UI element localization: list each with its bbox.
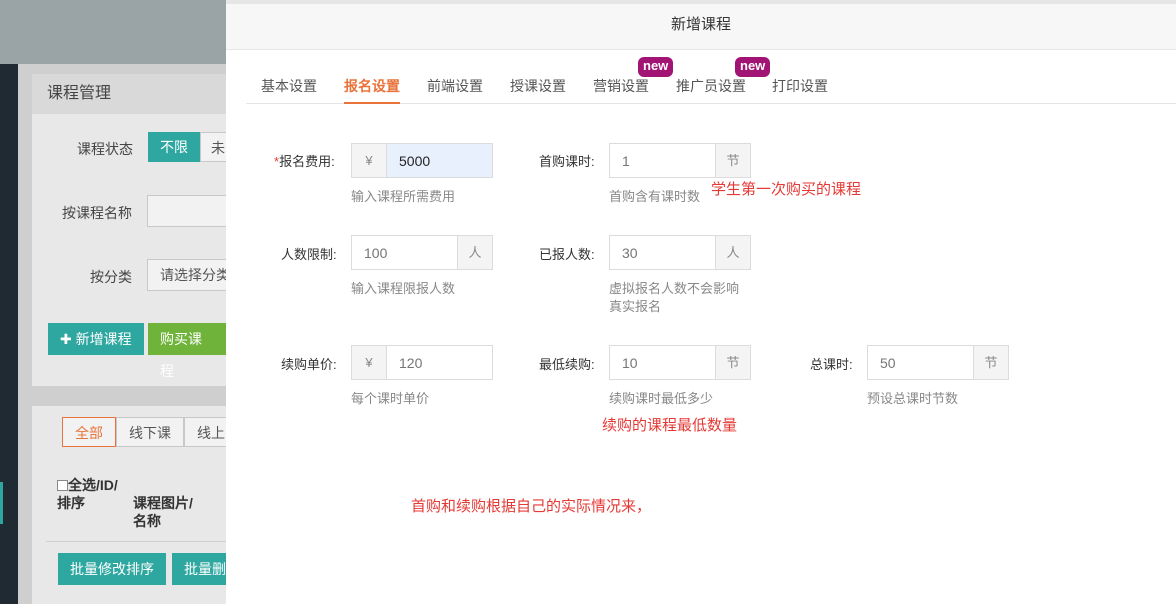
tab-enrollment-settings[interactable]: 报名设置 xyxy=(344,76,400,104)
type-tab-online[interactable]: 线上 xyxy=(184,417,226,447)
tab-basic-settings[interactable]: 基本设置 xyxy=(261,76,317,96)
enrolled-input[interactable] xyxy=(610,236,715,269)
enrolled-field: 人 xyxy=(609,235,751,270)
table-divider xyxy=(46,541,226,542)
limit-field: 人 xyxy=(351,235,493,270)
new-badge-promoter: new xyxy=(735,57,771,77)
settings-tabs: 基本设置 报名设置 前端设置 授课设置 营销设置 new 推广员设置 new 打… xyxy=(246,54,1176,104)
plus-icon: ✚ xyxy=(60,331,76,347)
min-renew-note: 续购的课程最低数量 xyxy=(602,417,738,434)
category-filter-label: 按分类 xyxy=(90,269,132,285)
course-status-label: 课程状态 xyxy=(77,141,133,157)
fee-label: *报名费用: xyxy=(274,151,335,170)
limit-hint: 输入课程限报人数 xyxy=(351,281,456,296)
app-top-bar xyxy=(0,0,226,64)
add-course-label: 新增课程 xyxy=(75,331,132,347)
min-renew-label: 最低续购: xyxy=(539,357,595,372)
new-badge-marketing: new xyxy=(638,57,674,77)
first-purchase-note: 学生第一次购买的课程 xyxy=(711,181,862,198)
tab-promoter-settings[interactable]: 推广员设置 xyxy=(676,76,746,96)
status-option-any[interactable]: 不限 xyxy=(148,132,200,162)
batch-delete-button[interactable]: 批量删 xyxy=(172,553,226,585)
limit-label: 人数限制: xyxy=(281,247,337,262)
select-all-checkbox[interactable] xyxy=(57,480,68,491)
batch-sort-button[interactable]: 批量修改排序 xyxy=(58,553,166,585)
renew-price-hint: 每个课时单价 xyxy=(351,391,430,406)
app-sidebar xyxy=(0,64,18,604)
add-course-button[interactable]: ✚ 新增课程 xyxy=(48,323,144,355)
enrolled-unit: 人 xyxy=(715,236,750,269)
min-renew-field: 节 xyxy=(609,345,751,380)
modal-title: 新增课程 xyxy=(226,4,1176,50)
sidebar-active-marker xyxy=(0,482,3,524)
buy-course-button[interactable]: 购买课程 xyxy=(148,323,226,379)
fee-label-text: 报名费用: xyxy=(279,154,335,169)
total-lessons-field: 节 xyxy=(867,345,1009,380)
summary-note: 首购和续购根据自己的实际情况来， xyxy=(411,498,652,515)
tab-print-settings[interactable]: 打印设置 xyxy=(772,76,828,96)
category-select[interactable]: 请选择分类 xyxy=(147,259,226,291)
name-filter-label: 按课程名称 xyxy=(62,205,132,221)
tab-marketing-settings[interactable]: 营销设置 xyxy=(593,76,649,96)
total-lessons-hint: 预设总课时节数 xyxy=(867,391,959,406)
yuan-icon: ¥ xyxy=(352,144,387,177)
tab-teaching-settings[interactable]: 授课设置 xyxy=(510,76,566,96)
limit-unit: 人 xyxy=(457,236,492,269)
type-tab-offline[interactable]: 线下课 xyxy=(116,417,184,447)
add-course-modal: 新增课程 基本设置 报名设置 前端设置 授课设置 营销设置 new 推广员设置 … xyxy=(226,4,1176,604)
total-lessons-label: 总课时: xyxy=(810,357,853,372)
min-renew-input[interactable] xyxy=(610,346,715,379)
renew-price-field: ¥ xyxy=(351,345,493,380)
fee-hint: 输入课程所需费用 xyxy=(351,189,456,204)
enrolled-label: 已报人数: xyxy=(539,247,595,262)
renew-price-label: 续购单价: xyxy=(281,357,337,372)
tab-frontend-settings[interactable]: 前端设置 xyxy=(427,76,483,96)
first-lessons-unit: 节 xyxy=(715,144,750,177)
enrolled-hint: 虚拟报名人数不会影响真实报名 xyxy=(609,281,740,314)
first-lessons-input[interactable] xyxy=(610,144,715,177)
first-lessons-hint: 首购含有课时数 xyxy=(609,189,701,204)
course-name-input[interactable] xyxy=(147,195,226,227)
first-lessons-label: 首购课时: xyxy=(539,154,595,169)
panel-title: 课程管理 xyxy=(32,74,226,114)
table-header-select: 全选/ID/排序 xyxy=(57,476,119,512)
total-lessons-input[interactable] xyxy=(868,346,973,379)
type-tab-all[interactable]: 全部 xyxy=(62,417,116,447)
renew-price-input[interactable] xyxy=(387,346,492,379)
min-renew-unit: 节 xyxy=(715,346,750,379)
limit-input[interactable] xyxy=(352,236,457,269)
total-lessons-unit: 节 xyxy=(973,346,1008,379)
first-lessons-field: 节 xyxy=(609,143,751,178)
fee-field: ¥ xyxy=(351,143,493,178)
status-option-unstarted[interactable]: 未 xyxy=(200,132,226,162)
table-header-image: 课程图片/名称 xyxy=(133,495,193,529)
fee-input[interactable] xyxy=(387,144,492,177)
yuan-icon: ¥ xyxy=(352,346,387,379)
min-renew-hint: 续购课时最低多少 xyxy=(609,391,714,406)
